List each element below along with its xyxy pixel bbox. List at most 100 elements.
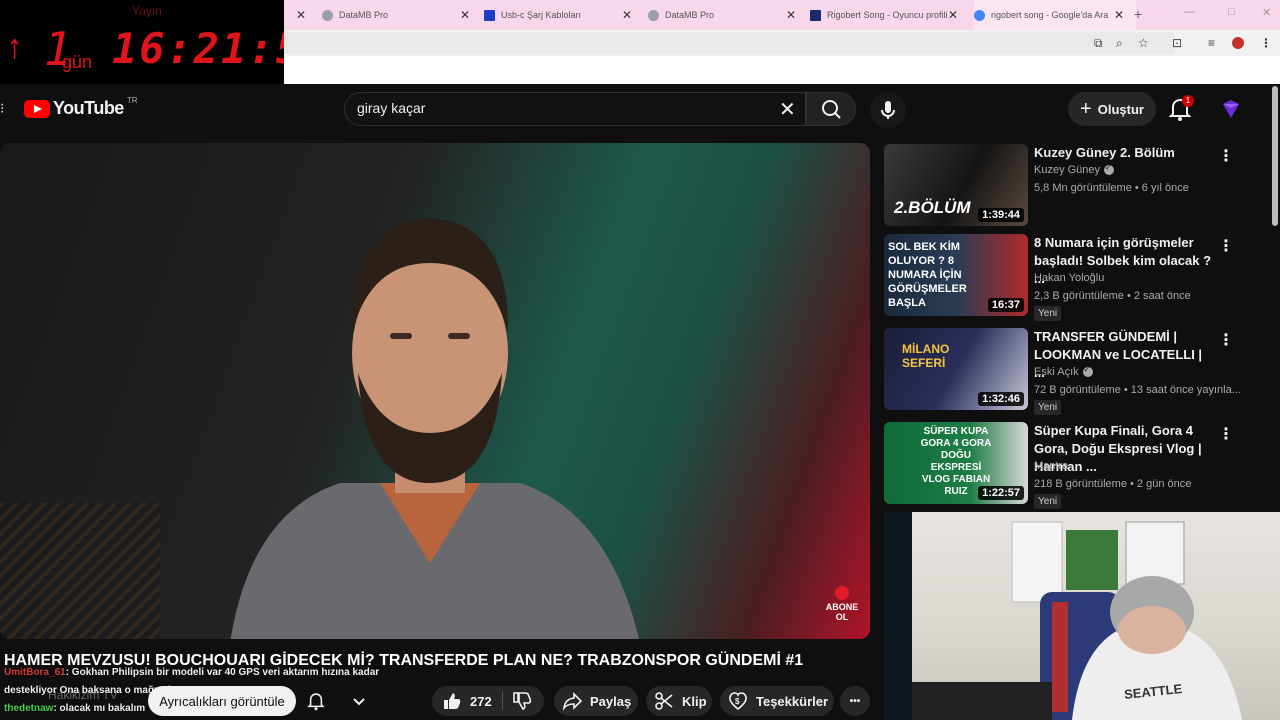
minimize-icon[interactable]: — — [1184, 6, 1195, 18]
menu-hamburger-icon[interactable]: ⁝ — [0, 100, 4, 117]
more-options-icon[interactable]: ⋮ — [1218, 146, 1234, 166]
tab-close-icon[interactable]: ✕ — [296, 8, 306, 22]
recommended-video[interactable]: SÜPER KUPA GORA 4 GORA DOĞU EKSPRESİ VLO… — [884, 422, 1264, 509]
site-favicon-icon — [484, 9, 495, 21]
search-icon — [822, 100, 841, 119]
more-actions-button[interactable]: ••• — [840, 686, 870, 716]
browser-tab-bar: ✕ DataMB Pro ✕ Usb-c Şarj Kabloları ✕ Da… — [284, 0, 1280, 30]
video-thumbnail[interactable]: SOL BEK KİM OLUYOR ? 8 NUMARA İÇİN GÖRÜŞ… — [884, 234, 1028, 316]
rec-channel[interactable]: Eski Açık — [1034, 365, 1093, 378]
tab-close-icon[interactable]: ✕ — [1114, 8, 1124, 22]
duration-badge: 16:37 — [987, 298, 1024, 312]
search-box: ✕ — [344, 92, 806, 126]
more-options-icon[interactable]: ⋮ — [1218, 330, 1234, 350]
bookmark-star-icon[interactable]: ☆ — [1138, 36, 1149, 50]
browser-tab[interactable]: Usb-c Şarj Kabloları ✕ — [484, 0, 644, 30]
tab-close-icon[interactable]: ✕ — [786, 8, 796, 22]
clear-search-icon[interactable]: ✕ — [779, 97, 796, 122]
svg-text:$: $ — [735, 697, 740, 706]
scrollbar-thumb[interactable] — [1272, 86, 1278, 226]
extensions-icon[interactable]: ⊡ — [1172, 36, 1182, 50]
media-control-icon[interactable]: ≡ — [1208, 36, 1215, 50]
thanks-button[interactable]: $ Teşekkürler — [720, 686, 834, 716]
super-thanks-icon: $ — [729, 692, 747, 711]
subscribe-overlay[interactable]: ABONE OL — [822, 586, 862, 622]
logo-text: YouTube — [53, 98, 124, 118]
subscribe-play-icon — [835, 586, 849, 600]
profile-icon[interactable] — [1232, 37, 1244, 49]
channel-name: Eski Açık — [1034, 366, 1079, 378]
install-app-icon[interactable]: ⧉ — [1094, 36, 1103, 51]
subscribe-overlay-label: ABONE OL — [825, 602, 859, 622]
stream-timer-overlay: Yayın ↑ 1 gün 16:21:54 — [0, 0, 328, 84]
chat-text: : olacak mı bakalım — [53, 703, 146, 714]
tab-close-icon[interactable]: ✕ — [460, 8, 470, 22]
verified-icon — [1082, 365, 1093, 378]
stream-label: Yayın — [132, 4, 162, 18]
browser-tab[interactable]: Rigobert Song - Oyuncu profili ✕ — [810, 0, 972, 30]
channel-name[interactable]: Hakikizim TV — [48, 688, 118, 702]
create-button[interactable]: + Oluştur — [1068, 92, 1156, 126]
arrow-up-icon: ↑ — [6, 28, 23, 66]
browser-tab-active[interactable]: rigobert song - Google'da Ara ✕ — [974, 0, 1136, 30]
day-unit: gün — [62, 52, 93, 72]
duration-badge: 1:32:46 — [978, 392, 1024, 406]
rec-meta: 218 B görüntüleme • 2 gün önce — [1034, 478, 1192, 490]
rec-title[interactable]: Kuzey Güney 2. Bölüm — [1034, 144, 1214, 162]
thumbnail-text: MİLANO SEFERİ — [902, 342, 950, 370]
browser-tab[interactable]: DataMB Pro ✕ — [322, 0, 482, 30]
more-options-icon[interactable]: ⋮ — [1218, 236, 1234, 256]
recommended-video[interactable]: SOL BEK KİM OLUYOR ? 8 NUMARA İÇİN GÖRÜŞ… — [884, 234, 1264, 321]
share-icon — [562, 692, 582, 711]
bell-icon — [307, 693, 325, 711]
youtube-play-icon — [24, 99, 50, 118]
video-thumbnail[interactable]: MİLANO SEFERİ 1:32:46 — [884, 328, 1028, 410]
share-label: Paylaş — [590, 693, 632, 709]
maximize-icon[interactable]: □ — [1228, 6, 1235, 18]
rec-channel[interactable]: Mantra — [1034, 460, 1068, 472]
subscription-bell-button[interactable] — [306, 686, 366, 716]
share-button[interactable]: Paylaş — [554, 686, 638, 716]
tab-title: rigobert song - Google'da Ara — [991, 10, 1109, 20]
voice-search-button[interactable] — [870, 92, 906, 128]
new-badge: Yeni — [1034, 400, 1062, 415]
thumbnail-text: SOL BEK KİM OLUYOR ? 8 NUMARA İÇİN GÖRÜŞ… — [888, 241, 967, 309]
verified-icon — [1104, 163, 1115, 176]
recommended-video[interactable]: 2.BÖLÜM 1:39:44 Kuzey Güney 2. Bölüm Kuz… — [884, 144, 1264, 230]
window-close-icon[interactable]: ✕ — [1262, 6, 1271, 19]
recommended-video[interactable]: MİLANO SEFERİ 1:32:46 TRANSFER GÜNDEMİ |… — [884, 328, 1264, 415]
address-bar[interactable] — [284, 32, 1174, 54]
video-thumbnail[interactable]: 2.BÖLÜM 1:39:44 — [884, 144, 1028, 226]
channel-name: Kuzey Güney — [1034, 164, 1101, 176]
video-thumbnail[interactable]: SÜPER KUPA GORA 4 GORA DOĞU EKSPRESİ VLO… — [884, 422, 1028, 504]
google-icon — [974, 9, 985, 21]
tab-title: Rigobert Song - Oyuncu profili — [827, 10, 948, 20]
tab-title: DataMB Pro — [339, 10, 389, 20]
like-icon[interactable] — [442, 691, 462, 711]
duration-badge: 1:39:44 — [978, 208, 1024, 222]
globe-icon — [322, 9, 333, 21]
dislike-icon[interactable] — [512, 691, 532, 711]
new-badge: Yeni — [1034, 494, 1062, 509]
search-input[interactable] — [357, 100, 757, 116]
browser-tab[interactable]: DataMB Pro ✕ — [648, 0, 808, 30]
like-count[interactable]: 272 — [470, 694, 492, 709]
account-avatar[interactable] — [1222, 100, 1240, 118]
chat-message: UmitBora_61: Gokhan Philipsin bir modeli… — [4, 667, 379, 678]
new-badge: Yeni — [1034, 306, 1062, 321]
rec-channel[interactable]: Hakan Yoloğlu — [1034, 272, 1104, 284]
view-perks-button[interactable]: Ayrıcalıkları görüntüle — [148, 686, 296, 716]
menu-dots-icon[interactable]: ⋮ — [1260, 36, 1272, 50]
tab-title: DataMB Pro — [665, 10, 715, 20]
clip-button[interactable]: Klip — [646, 686, 712, 716]
new-tab-button[interactable]: + — [1134, 6, 1142, 22]
youtube-logo[interactable]: YouTube TR — [24, 96, 138, 119]
presenter-figure — [230, 218, 639, 639]
video-player[interactable]: ABONE OL — [0, 143, 870, 639]
more-options-icon[interactable]: ⋮ — [1218, 424, 1234, 444]
rec-channel[interactable]: Kuzey Güney — [1034, 163, 1115, 176]
tab-close-icon[interactable]: ✕ — [948, 8, 958, 22]
zoom-icon[interactable]: ⌕ — [1116, 36, 1123, 51]
tab-close-icon[interactable]: ✕ — [622, 8, 632, 22]
search-button[interactable] — [806, 92, 856, 126]
